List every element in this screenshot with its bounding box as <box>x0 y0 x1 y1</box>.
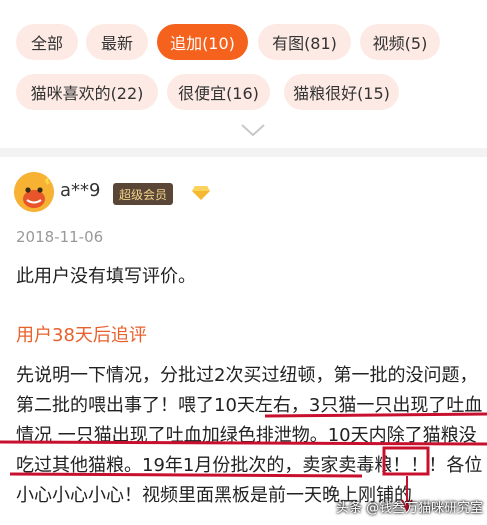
review-text: 此用户没有填写评价。 <box>16 266 196 287</box>
filter-tag-followup[interactable]: 追加(10) <box>157 24 248 60</box>
filter-tag-all[interactable]: 全部 <box>16 24 78 60</box>
section-divider <box>0 148 487 157</box>
filter-tag-with-images[interactable]: 有图(81) <box>258 24 351 60</box>
filter-tag-cheap[interactable]: 很便宜(16) <box>167 74 270 110</box>
filter-tag-video[interactable]: 视频(5) <box>360 24 440 60</box>
member-badge: 超级会员 <box>113 183 174 205</box>
avatar[interactable] <box>14 172 54 212</box>
followup-body: 先说明一下情况，分批过2次买过纽顿，第一批的没问题，第二批的喂出事了！喂了10天… <box>16 365 483 506</box>
avatar-face-icon <box>14 172 54 212</box>
filter-tag-good-food[interactable]: 猫粮很好(15) <box>284 74 399 110</box>
review-date: 2018-11-06 <box>16 228 104 246</box>
filter-tag-latest[interactable]: 最新 <box>86 24 148 60</box>
watermark: 头条 @钱叁万猫咪研究室 <box>336 501 484 516</box>
filter-tag-cat-loves[interactable]: 猫咪喜欢的(22) <box>16 74 158 110</box>
diamond-icon <box>192 186 210 200</box>
username[interactable]: a**9 <box>60 180 100 201</box>
followup-title: 用户38天后追评 <box>16 325 147 346</box>
chevron-down-icon[interactable] <box>240 123 266 137</box>
